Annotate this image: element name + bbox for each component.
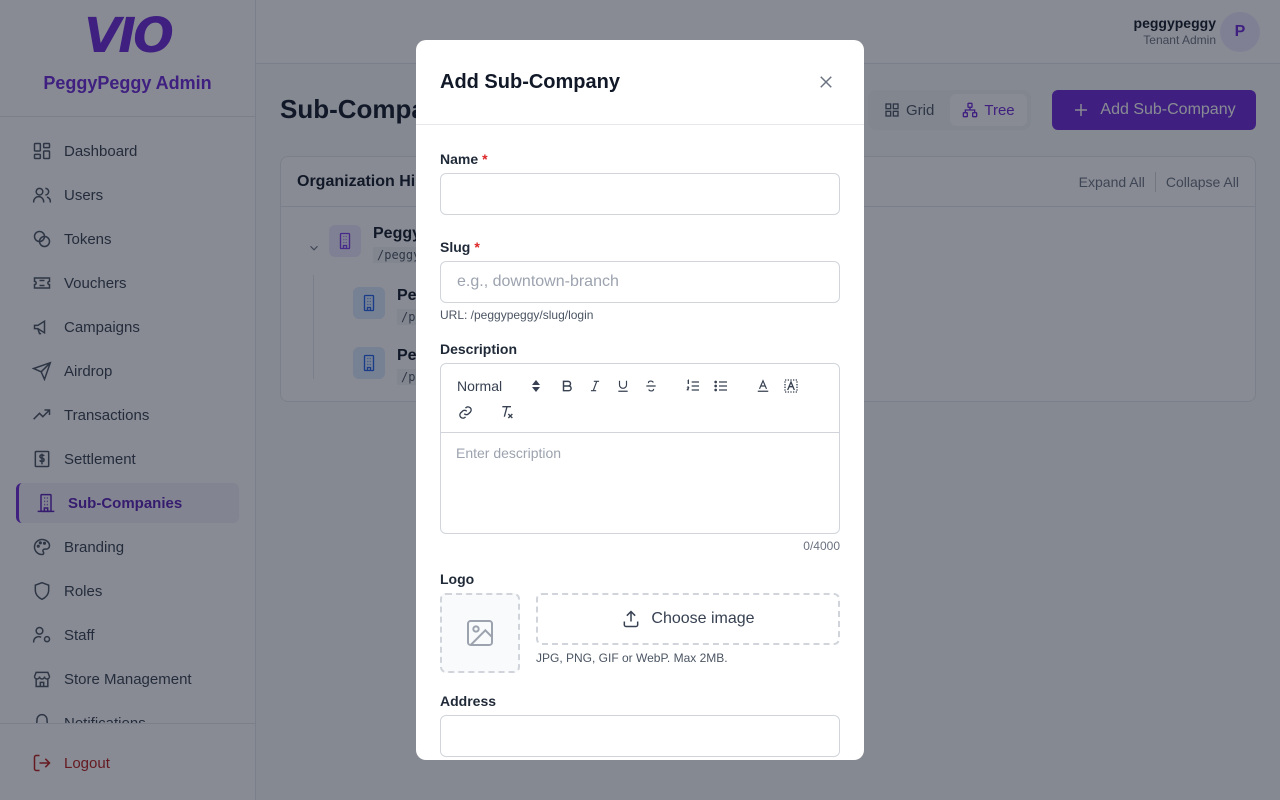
ordered-list-button[interactable] [679, 374, 707, 398]
close-icon [820, 76, 832, 88]
logo-upload-row: Choose image JPG, PNG, GIF or WebP. Max … [440, 593, 840, 673]
logo-label: Logo [440, 571, 475, 587]
format-select-value: Normal [457, 378, 503, 394]
background-color-icon [784, 379, 798, 393]
italic-button[interactable] [581, 374, 609, 398]
underline-button[interactable] [609, 374, 637, 398]
bullet-list-icon [714, 380, 727, 392]
slug-input[interactable] [440, 261, 840, 303]
link-button[interactable] [451, 400, 479, 424]
slug-help-text: URL: /peggypeggy/slug/login [440, 308, 594, 322]
updown-icon [532, 380, 540, 392]
upload-icon [623, 610, 639, 628]
clear-format-icon [502, 406, 513, 419]
character-counter: 0/4000 [803, 539, 840, 553]
required-mark: * [482, 151, 488, 167]
underline-icon [618, 380, 628, 392]
choose-image-button[interactable]: Choose image [536, 593, 840, 645]
modal-header: Add Sub-Company [416, 40, 864, 125]
link-icon [458, 405, 472, 419]
required-mark: * [474, 239, 480, 255]
clear-format-button[interactable] [493, 400, 521, 424]
strikethrough-button[interactable] [637, 374, 665, 398]
close-button[interactable] [812, 68, 840, 96]
add-sub-company-modal: Add Sub-Company Name* Slug* URL: /peggyp… [416, 40, 864, 760]
bold-button[interactable] [553, 374, 581, 398]
background-color-button[interactable] [777, 374, 805, 398]
name-label: Name * [440, 151, 840, 167]
description-textarea[interactable]: Enter description [441, 433, 839, 533]
name-label-text: Name [440, 151, 479, 167]
modal-body: Name* Slug* URL: /peggypeggy/slug/login … [416, 125, 864, 757]
logo-preview [440, 593, 520, 673]
modal-title: Add Sub-Company [440, 70, 620, 93]
image-icon [467, 620, 493, 646]
text-color-icon [757, 379, 769, 392]
slug-label-text: Slug [440, 239, 471, 255]
text-color-button[interactable] [749, 374, 777, 398]
strikethrough-icon [646, 380, 656, 392]
ordered-list-icon [686, 379, 699, 391]
description-editor: Normal Enter description [440, 363, 840, 534]
logo-help-text: JPG, PNG, GIF or WebP. Max 2MB. [536, 651, 728, 665]
italic-icon [590, 380, 600, 392]
address-input[interactable] [440, 715, 840, 757]
name-input[interactable] [440, 173, 840, 215]
editor-toolbar: Normal [441, 364, 839, 433]
bold-icon [562, 380, 572, 392]
format-select[interactable]: Normal [457, 378, 553, 394]
description-label: Description [440, 341, 518, 357]
choose-image-label: Choose image [651, 610, 755, 627]
address-label: Address [440, 693, 497, 709]
slug-label: Slug * [440, 239, 840, 255]
bullet-list-button[interactable] [707, 374, 735, 398]
